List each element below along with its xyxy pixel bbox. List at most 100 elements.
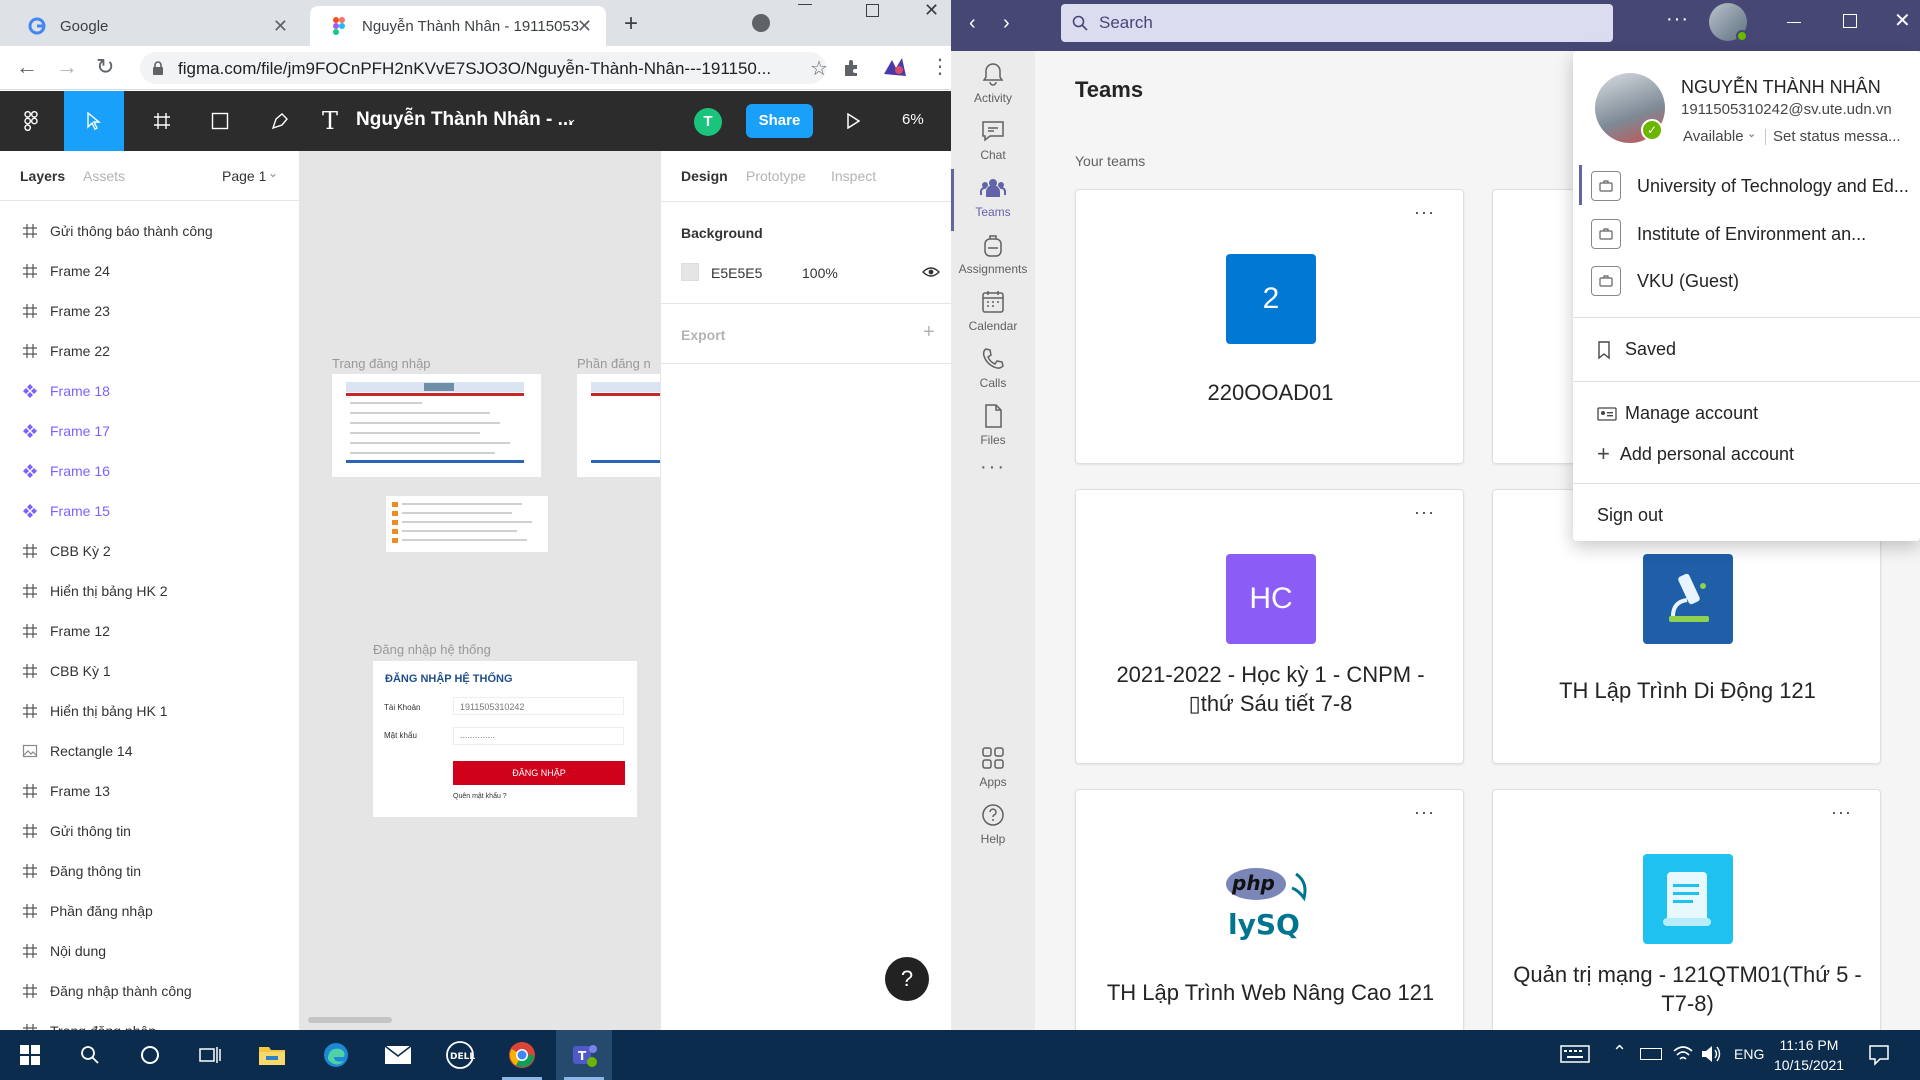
- frame-login-form[interactable]: ĐĂNG NHẬP HỆ THỐNG Tài Khoản 19115053102…: [373, 661, 637, 817]
- figma-menu-icon[interactable]: [8, 91, 54, 151]
- org-item[interactable]: University of Technology and Ed...: [1573, 163, 1920, 209]
- layer-item[interactable]: Frame 12: [0, 611, 299, 651]
- user-field[interactable]: 1911505310242: [453, 697, 624, 715]
- dell-icon[interactable]: DELL: [432, 1030, 488, 1080]
- zoom-level[interactable]: 6%: [902, 111, 924, 128]
- figma-canvas[interactable]: Trang đăng nhập Phần đăng n Đăng nhập hệ…: [300, 151, 660, 1030]
- language-indicator[interactable]: ENG: [1734, 1046, 1764, 1062]
- more-options-icon[interactable]: ···: [1414, 802, 1435, 823]
- tab-google[interactable]: Google ✕: [8, 6, 302, 46]
- cortana-icon[interactable]: [122, 1030, 178, 1080]
- layer-item[interactable]: Frame 23: [0, 291, 299, 331]
- tab-figma[interactable]: Nguyễn Thành Nhân - 19115053 ✕: [310, 6, 606, 46]
- org-item[interactable]: VKU (Guest): [1573, 258, 1920, 304]
- frame-thumbnail-phan-dang-nhap[interactable]: [577, 374, 660, 477]
- horizontal-scrollbar[interactable]: [308, 1017, 392, 1023]
- team-card[interactable]: ··· php lySQ TH Lập Trình Web Nâng Cao 12…: [1075, 789, 1464, 1030]
- pass-field[interactable]: ..............: [453, 727, 624, 745]
- color-swatch[interactable]: [681, 263, 699, 281]
- forgot-link[interactable]: Quên mật khẩu ?: [453, 793, 507, 800]
- bookmark-star-icon[interactable]: ☆: [810, 56, 828, 81]
- more-options-icon[interactable]: ···: [1666, 8, 1689, 31]
- frame-thumbnail-noi-dung[interactable]: [386, 496, 548, 552]
- bg-hex[interactable]: E5E5E5: [711, 265, 762, 281]
- layer-item[interactable]: Frame 24: [0, 251, 299, 291]
- omnibox[interactable]: figma.com/file/jm9FOCnPFH2nKVvE7SJO3O/Ng…: [140, 52, 828, 84]
- chevron-down-icon[interactable]: ⌄: [268, 166, 278, 180]
- battery-icon[interactable]: [1640, 1048, 1662, 1060]
- layer-item[interactable]: Frame 13: [0, 771, 299, 811]
- layer-item[interactable]: Phần đăng nhập: [0, 891, 299, 931]
- layer-item[interactable]: CBB Kỳ 1: [0, 651, 299, 691]
- close-icon[interactable]: ✕: [577, 16, 592, 37]
- maximize-icon[interactable]: [866, 4, 879, 17]
- close-window-icon[interactable]: ✕: [924, 0, 939, 21]
- frame-label[interactable]: Đăng nhập hệ thống: [373, 642, 491, 657]
- profile-icon[interactable]: [882, 56, 908, 80]
- page-selector[interactable]: Page 1: [222, 168, 266, 184]
- forward-icon[interactable]: →: [56, 54, 78, 80]
- manage-account-menu-item[interactable]: Manage account: [1597, 403, 1758, 424]
- team-card[interactable]: ··· HC 2021-2022 - Học kỳ 1 - CNPM - ▯th…: [1075, 489, 1464, 764]
- team-card[interactable]: ··· 2 220OOAD01: [1075, 189, 1464, 464]
- chevron-down-icon[interactable]: ⌄: [566, 111, 577, 127]
- teams-taskbar-icon[interactable]: T: [556, 1030, 612, 1080]
- chrome-icon[interactable]: [494, 1030, 550, 1080]
- rectangle-tool-icon[interactable]: [198, 91, 242, 151]
- tab-assets[interactable]: Assets: [83, 168, 125, 184]
- add-icon[interactable]: +: [923, 321, 935, 344]
- layer-item[interactable]: Hiển thị bảng HK 1: [0, 691, 299, 731]
- set-status-link[interactable]: Set status messa...: [1773, 128, 1901, 145]
- chevron-up-icon[interactable]: ⌃: [1612, 1042, 1627, 1063]
- help-button[interactable]: ?: [885, 957, 929, 1001]
- share-button[interactable]: Share: [746, 104, 813, 138]
- tab-inspect[interactable]: Inspect: [831, 168, 876, 184]
- layer-item[interactable]: Frame 16: [0, 451, 299, 491]
- tab-prototype[interactable]: Prototype: [746, 168, 806, 184]
- minimize-icon[interactable]: [798, 4, 812, 5]
- status-dropdown[interactable]: Available: [1683, 128, 1744, 145]
- task-view-icon[interactable]: [182, 1030, 238, 1080]
- more-options-icon[interactable]: ···: [1831, 802, 1852, 823]
- close-icon[interactable]: ✕: [273, 16, 288, 37]
- keyboard-icon[interactable]: [1560, 1044, 1590, 1064]
- layer-item[interactable]: Gửi thông tin: [0, 811, 299, 851]
- windows-start-icon[interactable]: [2, 1030, 58, 1080]
- search-icon[interactable]: [62, 1030, 118, 1080]
- move-tool-icon[interactable]: [64, 91, 124, 151]
- search-input[interactable]: Search: [1061, 4, 1613, 42]
- kebab-menu-icon[interactable]: ⋮: [930, 54, 950, 79]
- tab-search-icon[interactable]: [752, 14, 770, 32]
- rail-item-help[interactable]: Help: [951, 792, 1035, 862]
- layer-item[interactable]: Frame 22: [0, 331, 299, 371]
- maximize-icon[interactable]: [1843, 14, 1857, 28]
- org-item[interactable]: Institute of Environment an...: [1573, 211, 1920, 257]
- frame-thumbnail-trang-dang-nhap[interactable]: [332, 374, 541, 477]
- layer-item[interactable]: Đăng nhập thành công: [0, 971, 299, 1011]
- frame-tool-icon[interactable]: [140, 91, 184, 151]
- clock[interactable]: 11:16 PM 10/15/2021: [1772, 1035, 1846, 1075]
- new-tab-icon[interactable]: +: [624, 10, 638, 38]
- layer-item[interactable]: Trang đăng nhập: [0, 1011, 299, 1030]
- layer-item[interactable]: Frame 18: [0, 371, 299, 411]
- back-icon[interactable]: ←: [16, 54, 38, 80]
- forward-icon[interactable]: ›: [1003, 12, 1010, 35]
- wifi-icon[interactable]: [1672, 1044, 1694, 1064]
- layer-item[interactable]: Rectangle 14: [0, 731, 299, 771]
- login-button[interactable]: ĐĂNG NHẬP: [453, 761, 625, 785]
- edge-icon[interactable]: [308, 1030, 364, 1080]
- file-name[interactable]: Nguyễn Thành Nhân - ...: [356, 109, 573, 131]
- frame-label[interactable]: Phần đăng n: [577, 356, 651, 371]
- reload-icon[interactable]: ↻: [96, 54, 114, 80]
- mail-icon[interactable]: [370, 1030, 426, 1080]
- volume-icon[interactable]: [1700, 1044, 1722, 1064]
- minimize-icon[interactable]: [1787, 22, 1801, 23]
- tab-layers[interactable]: Layers: [20, 168, 65, 184]
- close-icon[interactable]: ✕: [1894, 8, 1911, 33]
- layer-item[interactable]: Frame 15: [0, 491, 299, 531]
- pen-tool-icon[interactable]: [258, 91, 302, 151]
- user-avatar[interactable]: T: [694, 108, 722, 136]
- back-icon[interactable]: ‹: [969, 12, 976, 35]
- present-icon[interactable]: [846, 113, 860, 129]
- tab-design[interactable]: Design: [681, 168, 728, 184]
